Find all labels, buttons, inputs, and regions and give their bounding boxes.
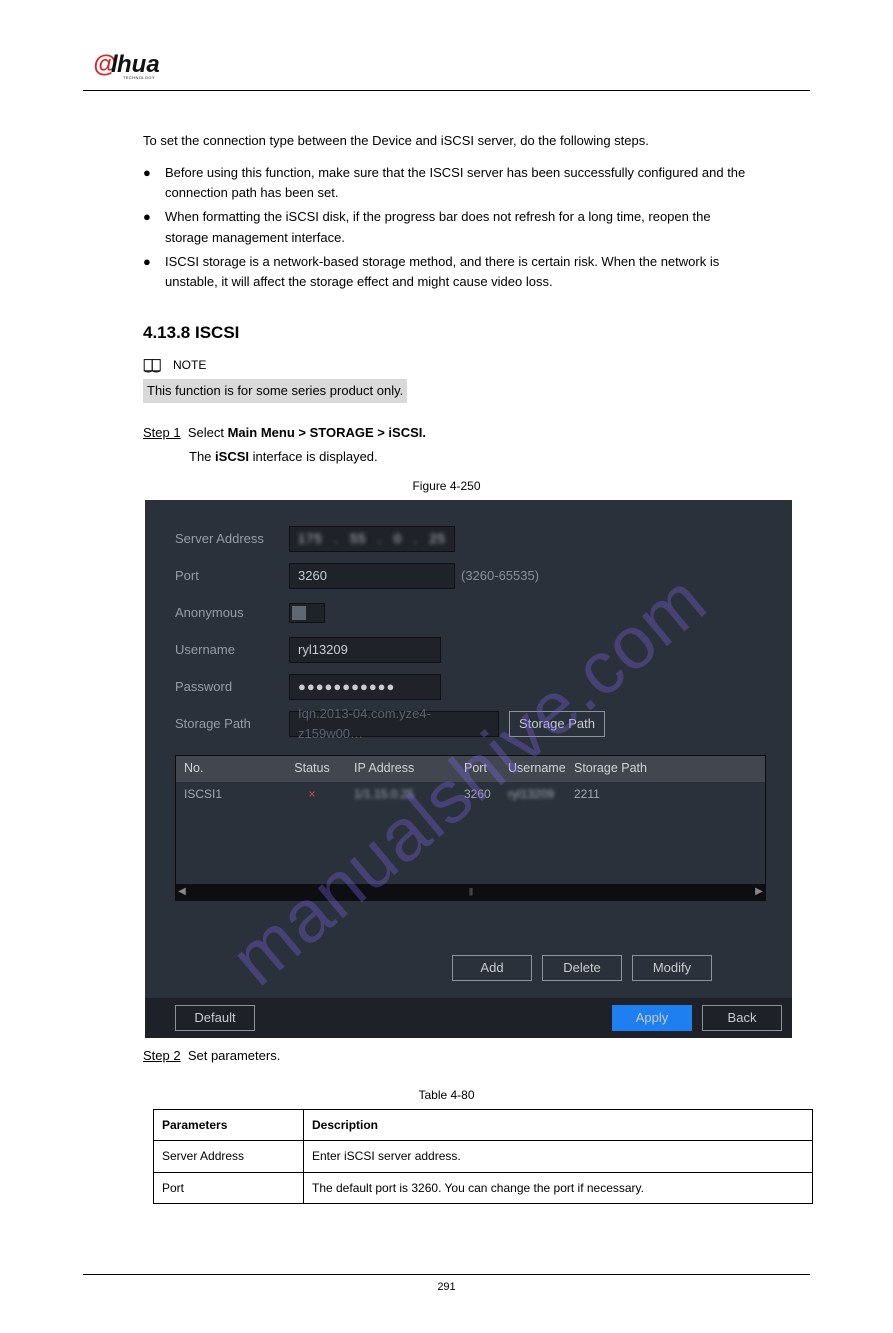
bullet-1: Before using this function, make sure th… — [165, 163, 750, 203]
th-user: Username — [504, 759, 570, 778]
step2-body: Set parameters. — [188, 1048, 281, 1063]
label-server: Server Address — [175, 529, 289, 549]
storage-path-button[interactable]: Storage Path — [509, 711, 605, 737]
intro-text: To set the connection type between the D… — [143, 131, 750, 151]
port-input[interactable]: 3260 — [289, 563, 455, 589]
table-row: Server Address Enter iSCSI server addres… — [154, 1141, 813, 1173]
server-address-input[interactable]: 175.55.0.25 — [289, 526, 455, 552]
table-caption: Table 4-80 — [143, 1086, 750, 1105]
th-desc: Description — [304, 1109, 813, 1141]
footer-divider — [83, 1274, 810, 1275]
port-hint: (3260-65535) — [461, 566, 539, 586]
default-button[interactable]: Default — [175, 1005, 255, 1031]
table-row: Port The default port is 3260. You can c… — [154, 1172, 813, 1204]
bullet-icon: ● — [143, 207, 165, 247]
brand-logo: @ l hua TECHNOLOGY — [93, 50, 810, 80]
iscsi-table: No. Status IP Address Port Username Stor… — [175, 755, 766, 901]
th-no: No. — [176, 759, 274, 778]
page-number: 291 — [83, 1281, 810, 1293]
th-status: Status — [274, 759, 350, 778]
scroll-right-icon[interactable]: ▶ — [753, 884, 765, 900]
th-port: Port — [460, 759, 504, 778]
label-user: Username — [175, 640, 289, 660]
svg-text:hua: hua — [117, 51, 160, 78]
section-title: 4.13.8 ISCSI — [143, 320, 750, 346]
th-ip: IP Address — [350, 759, 460, 778]
modify-button[interactable]: Modify — [632, 955, 712, 981]
label-spath: Storage Path — [175, 714, 289, 734]
figure-caption: Figure 4-250 — [143, 477, 750, 496]
delete-button[interactable]: Delete — [542, 955, 622, 981]
iscsi-ui: manualshive.com Server Address 175.55.0.… — [145, 500, 792, 1038]
scroll-left-icon[interactable]: ◀ — [176, 884, 188, 900]
table-row[interactable]: ISCSI1 × 1/1.15.0.25 3260 ryl13209 2211 — [176, 782, 765, 806]
bullet-icon: ● — [143, 252, 165, 292]
back-button[interactable]: Back — [702, 1005, 782, 1031]
step2-head: Step 2 — [143, 1048, 181, 1063]
parameters-table: Parameters Description Server Address En… — [153, 1109, 813, 1205]
apply-button[interactable]: Apply — [612, 1005, 692, 1031]
note-icon — [143, 358, 163, 374]
password-input[interactable]: ●●●●●●●●●●● — [289, 674, 441, 700]
status-x-icon: × — [274, 785, 350, 804]
step1-line2: The iSCSI interface is displayed. — [189, 447, 750, 467]
bullet-2: When formatting the iSCSI disk, if the p… — [165, 207, 750, 247]
th-param: Parameters — [154, 1109, 304, 1141]
label-anon: Anonymous — [175, 603, 289, 623]
note-label: NOTE — [173, 356, 206, 375]
table-scrollbar[interactable]: ◀ ||| ▶ — [176, 884, 765, 900]
label-port: Port — [175, 566, 289, 586]
th-spath: Storage Path — [570, 759, 765, 778]
storage-path-input[interactable]: Iqn.2013-04.com.yze4-z159w00… — [289, 711, 499, 737]
step1-head: Step 1 — [143, 425, 181, 440]
username-input[interactable]: ryl13209 — [289, 637, 441, 663]
bullet-icon: ● — [143, 163, 165, 203]
note-text: This function is for some series product… — [143, 379, 407, 403]
anonymous-toggle[interactable] — [289, 603, 325, 623]
label-pass: Password — [175, 677, 289, 697]
add-button[interactable]: Add — [452, 955, 532, 981]
svg-text:TECHNOLOGY: TECHNOLOGY — [123, 75, 155, 80]
step1-body: Select Main Menu > STORAGE > iSCSI. — [188, 425, 426, 440]
bullet-3: ISCSI storage is a network-based storage… — [165, 252, 750, 292]
